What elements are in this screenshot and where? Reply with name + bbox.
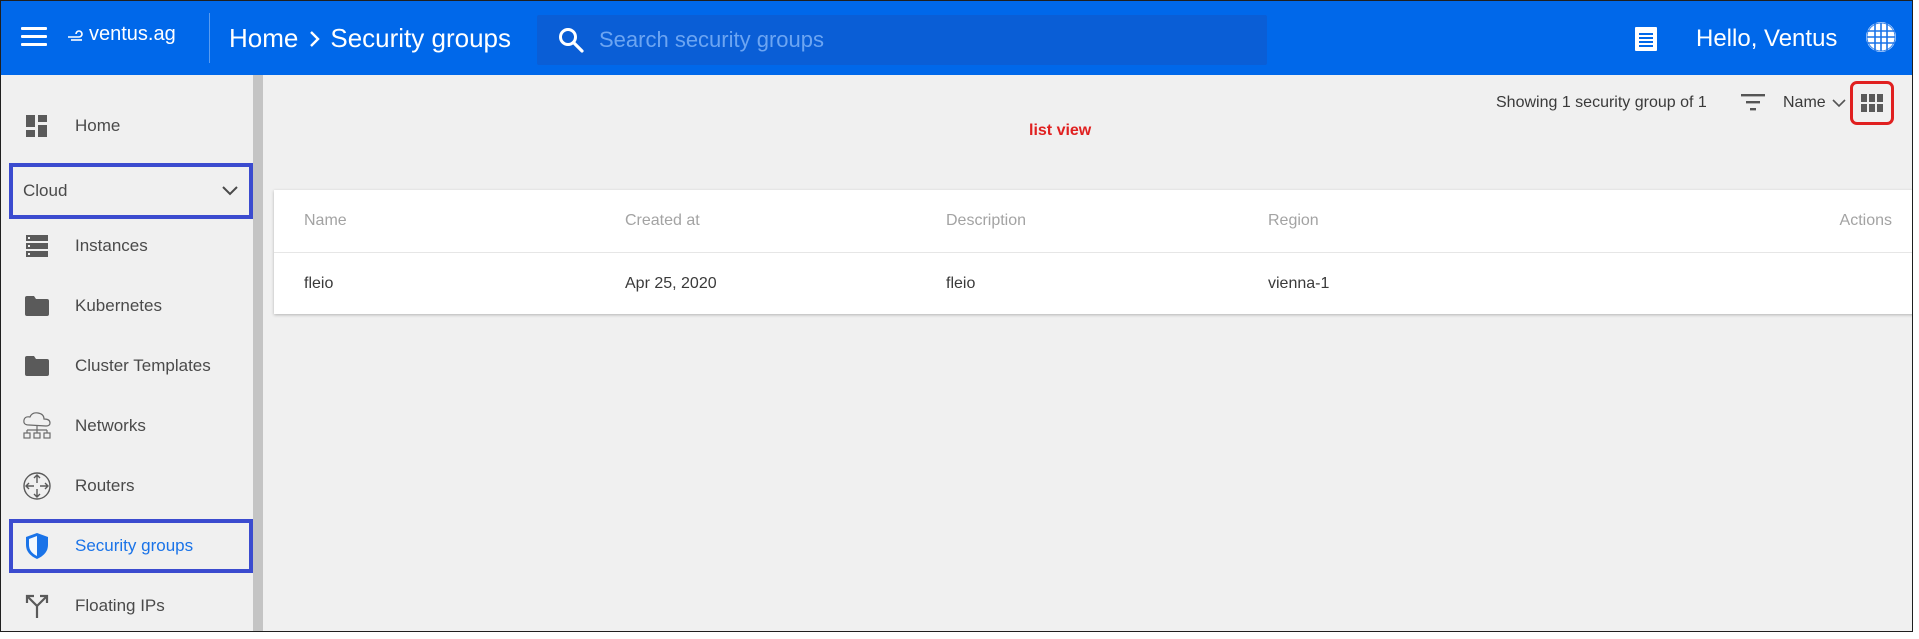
- filter-icon[interactable]: [1740, 91, 1766, 113]
- table-row[interactable]: fleio Apr 25, 2020 fleio vienna-1: [274, 253, 1912, 314]
- sidebar-item-instances[interactable]: Instances: [9, 220, 253, 272]
- folder-icon: [21, 350, 53, 382]
- grid-view-toggle[interactable]: [1850, 81, 1894, 125]
- sidebar-item-kubernetes[interactable]: Kubernetes: [9, 280, 253, 332]
- sidebar-scrollbar[interactable]: [253, 75, 263, 631]
- sidebar-group-cloud[interactable]: Cloud: [9, 163, 253, 219]
- breadcrumb: Home Security groups: [229, 23, 511, 54]
- sidebar-item-label: Cluster Templates: [75, 356, 211, 375]
- user-greeting[interactable]: Hello, Ventus: [1696, 25, 1837, 53]
- column-header-name[interactable]: Name: [304, 190, 347, 252]
- chevron-right-icon: [309, 30, 321, 48]
- sidebar-item-label: Floating IPs: [75, 596, 165, 615]
- column-header-description[interactable]: Description: [946, 190, 1026, 252]
- cell-region: vienna-1: [1268, 274, 1330, 292]
- sidebar-item-cluster-templates[interactable]: Cluster Templates: [9, 340, 253, 392]
- column-header-actions: Actions: [1839, 212, 1892, 229]
- column-header-created-at[interactable]: Created at: [625, 190, 700, 252]
- sidebar-item-networks[interactable]: Networks: [9, 400, 253, 452]
- router-icon: [21, 470, 53, 502]
- search-icon: [559, 28, 584, 53]
- main-content: Showing 1 security group of 1 Name list …: [263, 75, 1912, 631]
- shield-icon: [21, 530, 53, 562]
- cell-name[interactable]: fleio: [304, 253, 333, 314]
- sidebar-item-label: Instances: [75, 236, 148, 255]
- column-header-region[interactable]: Region: [1268, 190, 1319, 252]
- sidebar-item-label: Home: [75, 116, 121, 135]
- hamburger-menu-icon[interactable]: [21, 27, 47, 49]
- wind-logo-icon: [68, 29, 83, 41]
- chevron-down-icon: [1832, 99, 1846, 108]
- breadcrumb-current: Security groups: [330, 23, 512, 53]
- logo[interactable]: ventus.ag: [67, 23, 176, 46]
- annotation-label: list view: [1029, 122, 1092, 139]
- search-input[interactable]: [599, 27, 1199, 53]
- sidebar-item-floating-ips[interactable]: Floating IPs: [9, 580, 253, 631]
- app-window: ventus.ag Home Security groups Hello, Ve…: [0, 0, 1913, 632]
- sort-label: Name: [1783, 94, 1826, 111]
- avatar[interactable]: [1865, 21, 1897, 53]
- sidebar-item-home[interactable]: Home: [9, 100, 253, 152]
- sidebar-item-routers[interactable]: Routers: [9, 460, 253, 512]
- sidebar-item-label: Kubernetes: [75, 296, 162, 315]
- split-arrow-icon: [21, 590, 53, 622]
- logo-text: ventus.ag: [89, 23, 176, 45]
- notes-icon[interactable]: [1633, 25, 1659, 53]
- dashboard-icon: [21, 110, 53, 142]
- header-divider: [209, 13, 210, 63]
- table-header: Name Created at Description Region Actio…: [274, 190, 1912, 253]
- sidebar-item-label: Security groups: [75, 536, 194, 555]
- results-count: Showing 1 security group of 1: [1496, 94, 1707, 111]
- cell-created-at: Apr 25, 2020: [625, 274, 717, 292]
- sidebar-item-label: Networks: [75, 416, 146, 435]
- top-bar: ventus.ag Home Security groups Hello, Ve…: [1, 1, 1912, 75]
- chevron-down-icon: [222, 186, 238, 196]
- security-groups-table: Name Created at Description Region Actio…: [274, 190, 1912, 314]
- search-bar[interactable]: [537, 15, 1267, 65]
- breadcrumb-home[interactable]: Home: [229, 23, 298, 54]
- sidebar-group-label: Cloud: [23, 181, 68, 200]
- sort-select[interactable]: Name: [1783, 94, 1846, 112]
- sidebar-item-security-groups[interactable]: Security groups: [9, 519, 253, 573]
- folder-icon: [21, 290, 53, 322]
- server-icon: [21, 230, 53, 262]
- cloud-network-icon: [21, 410, 53, 442]
- grid-view-icon: [1861, 94, 1883, 112]
- cell-description: fleio: [946, 274, 976, 292]
- sidebar-item-label: Routers: [75, 476, 135, 495]
